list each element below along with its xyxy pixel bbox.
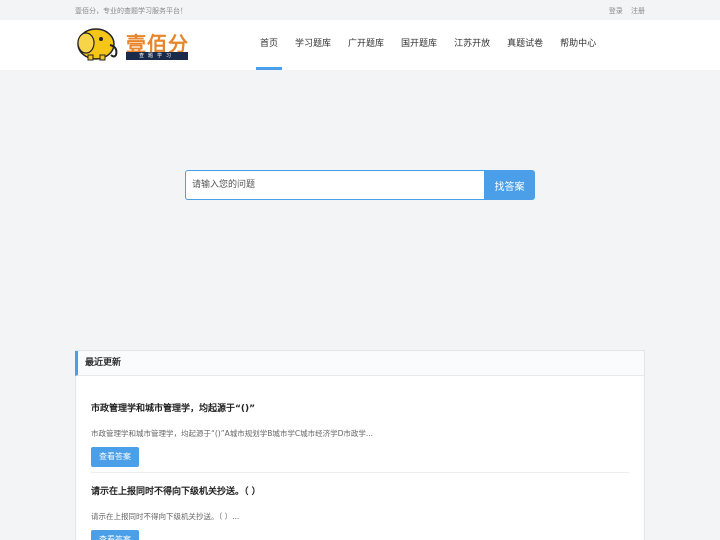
nav-item-guokai-bank[interactable]: 国开题库 — [393, 20, 445, 70]
entry-divider — [91, 472, 629, 473]
view-answer-button[interactable]: 查看答案 — [91, 530, 139, 540]
list-item: 市政管理学和城市管理学，均起源于“()” 市政管理学和城市管理学，均起源于“()… — [91, 401, 629, 467]
site-header: 壹佰分 查题学习 首页 学习题库 广开题库 国开题库 江苏开放 真题试卷 帮助中… — [0, 20, 720, 70]
top-bar: 壹佰分，专业的查题学习服务平台！ 登录 注册 — [0, 0, 720, 20]
register-link[interactable]: 注册 — [631, 7, 645, 15]
elephant-logo-icon — [77, 28, 118, 61]
view-answer-button[interactable]: 查看答案 — [91, 447, 139, 467]
login-link[interactable]: 登录 — [609, 7, 623, 15]
recent-updates-panel: 最近更新 市政管理学和城市管理学，均起源于“()” 市政管理学和城市管理学，均起… — [75, 350, 645, 540]
question-title[interactable]: 市政管理学和城市管理学，均起源于“()” — [91, 401, 629, 414]
nav-item-jiangsu-open[interactable]: 江苏开放 — [446, 20, 498, 70]
brand-tagline: 查题学习 — [126, 52, 188, 60]
question-excerpt: 请示在上报同时不得向下级机关抄送。（ ）... — [91, 512, 240, 521]
main-nav: 首页 学习题库 广开题库 国开题库 江苏开放 真题试卷 帮助中心 — [252, 20, 605, 70]
search-bar: 找答案 — [185, 170, 535, 200]
question-excerpt: 市政管理学和城市管理学，均起源于“()”A城市规划学B城市学C城市经济学D市政学… — [91, 429, 374, 438]
nav-item-home[interactable]: 首页 — [252, 20, 286, 70]
auth-links: 登录 注册 — [603, 6, 645, 16]
nav-item-past-papers[interactable]: 真题试卷 — [499, 20, 551, 70]
question-title[interactable]: 请示在上报同时不得向下级机关抄送。（ ） — [91, 484, 629, 497]
nav-item-guangkai-bank[interactable]: 广开题库 — [340, 20, 392, 70]
nav-item-study-bank[interactable]: 学习题库 — [287, 20, 339, 70]
search-button[interactable]: 找答案 — [484, 170, 535, 200]
list-item: 请示在上报同时不得向下级机关抄送。（ ） 请示在上报同时不得向下级机关抄送。（ … — [91, 484, 629, 540]
site-slogan: 壹佰分，专业的查题学习服务平台！ — [75, 7, 187, 15]
panel-heading: 最近更新 — [75, 351, 644, 376]
nav-item-help-center[interactable]: 帮助中心 — [552, 20, 604, 70]
site-logo[interactable]: 壹佰分 查题学习 — [74, 26, 189, 64]
search-input[interactable] — [185, 170, 484, 200]
